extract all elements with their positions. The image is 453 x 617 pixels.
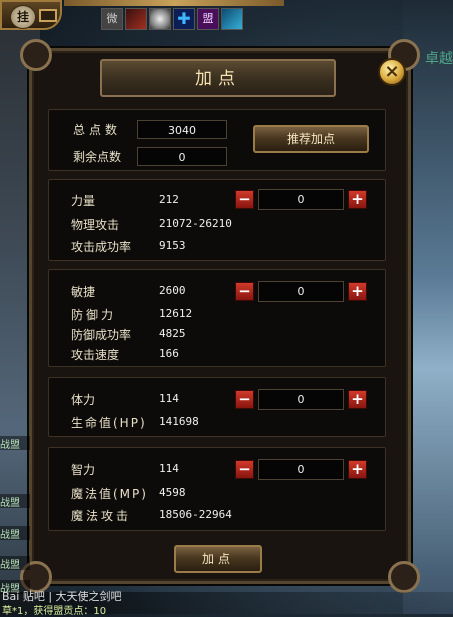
- stat-value: 2600: [159, 284, 186, 297]
- derived-label: 攻击成功率: [71, 240, 132, 254]
- alloc-input[interactable]: 0: [258, 189, 344, 210]
- remaining-points-value: 0: [137, 147, 227, 166]
- total-points-value: 3040: [137, 120, 227, 139]
- meng-icon[interactable]: 盟: [197, 8, 219, 30]
- auto-hang-button[interactable]: 挂: [10, 5, 36, 29]
- wei-icon[interactable]: 微: [101, 8, 123, 30]
- submit-points-button[interactable]: 加点: [174, 545, 262, 573]
- derived-label: 生命值(HP): [71, 416, 147, 430]
- stat-name: 力量: [71, 194, 96, 208]
- orb-icon[interactable]: [149, 8, 171, 30]
- hang-panel: 挂: [0, 0, 62, 30]
- stat-value: 212: [159, 193, 179, 206]
- stat-stepper: − 0 +: [235, 389, 367, 411]
- total-points-label: 总点数: [73, 123, 122, 137]
- derived-value: 166: [159, 347, 179, 360]
- top-hud: 挂 微 ✚ 盟: [0, 0, 453, 32]
- derived-label: 魔法攻击: [71, 509, 132, 523]
- derived-value: 21072-26210: [159, 217, 232, 230]
- add-points-dialog: 加点 × 总点数 3040 剩余点数 0 推荐加点 力量 212 − 0 + 物…: [20, 39, 420, 593]
- derived-value: 141698: [159, 415, 199, 428]
- crown-icon[interactable]: [221, 8, 243, 30]
- stat-block-stamina: 体力 114 − 0 + 生命值(HP) 141698: [48, 377, 386, 437]
- decrease-button[interactable]: −: [235, 282, 254, 301]
- menu-square-button[interactable]: [39, 9, 57, 22]
- derived-value: 4598: [159, 486, 186, 499]
- stat-name: 体力: [71, 393, 96, 407]
- derived-value: 4825: [159, 327, 186, 340]
- stat-name: 智力: [71, 463, 96, 477]
- stat-block-intelligence: 智力 114 − 0 + 魔法值(MP) 4598 魔法攻击 18506-229…: [48, 447, 386, 531]
- derived-value: 18506-22964: [159, 508, 232, 521]
- stat-stepper: − 0 +: [235, 459, 367, 481]
- chat-channel-tag[interactable]: 战盟: [0, 526, 30, 541]
- increase-button[interactable]: +: [348, 282, 367, 301]
- increase-button[interactable]: +: [348, 190, 367, 209]
- derived-value: 9153: [159, 239, 186, 252]
- derived-label: 防御力: [71, 308, 117, 322]
- stat-block-strength: 力量 212 − 0 + 物理攻击 21072-26210 攻击成功率 9153: [48, 179, 386, 261]
- stat-stepper: − 0 +: [235, 189, 367, 211]
- top-decoration: [64, 0, 284, 6]
- close-button[interactable]: ×: [378, 58, 406, 86]
- derived-label: 魔法值(MP): [71, 487, 148, 501]
- recommend-points-button[interactable]: 推荐加点: [253, 125, 369, 153]
- points-summary: 总点数 3040 剩余点数 0 推荐加点: [48, 109, 386, 171]
- decrease-button[interactable]: −: [235, 390, 254, 409]
- cross-icon[interactable]: ✚: [173, 8, 195, 30]
- stat-value: 114: [159, 392, 179, 405]
- buff-bar: 微 ✚ 盟: [101, 8, 243, 30]
- alloc-input[interactable]: 0: [258, 281, 344, 302]
- decrease-button[interactable]: −: [235, 460, 254, 479]
- remaining-points-label: 剩余点数: [73, 150, 122, 164]
- corner-ornament: [20, 39, 52, 71]
- chat-channel-tag[interactable]: 战盟: [0, 494, 30, 509]
- corner-ornament: [388, 561, 420, 593]
- decrease-button[interactable]: −: [235, 190, 254, 209]
- chat-channel-tag[interactable]: 战盟: [0, 436, 30, 451]
- alloc-input[interactable]: 0: [258, 459, 344, 480]
- chat-channel-tag[interactable]: 战盟: [0, 556, 30, 571]
- derived-value: 12612: [159, 307, 193, 320]
- dialog-title: 加点: [100, 59, 336, 97]
- derived-label: 攻击速度: [71, 348, 120, 362]
- derived-label: 物理攻击: [71, 218, 120, 232]
- stat-stepper: − 0 +: [235, 281, 367, 303]
- background-text: 卓越: [425, 51, 453, 67]
- chat-message: 草*1，获得盟贡点：10: [2, 606, 107, 617]
- sword-icon[interactable]: [125, 8, 147, 30]
- alloc-input[interactable]: 0: [258, 389, 344, 410]
- stat-value: 114: [159, 462, 179, 475]
- derived-label: 防御成功率: [71, 328, 132, 342]
- stat-block-agility: 敏捷 2600 − 0 + 防御力 12612 防御成功率 4825 攻击速度 …: [48, 269, 386, 367]
- increase-button[interactable]: +: [348, 460, 367, 479]
- stat-name: 敏捷: [71, 285, 96, 299]
- increase-button[interactable]: +: [348, 390, 367, 409]
